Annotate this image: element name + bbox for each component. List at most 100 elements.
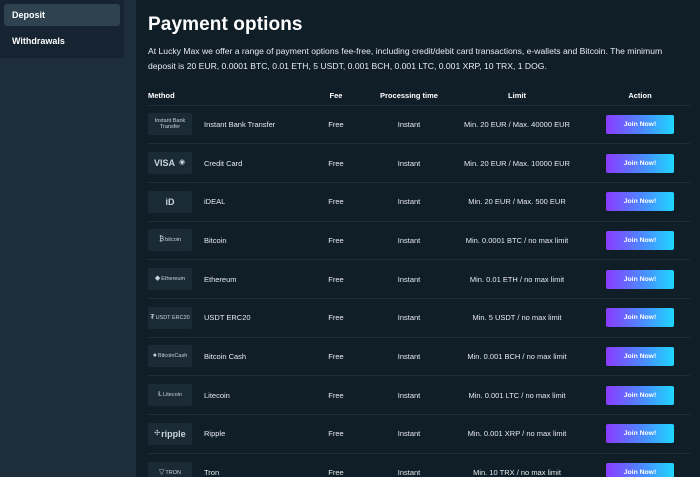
- limit-cell: Min. 0.001 LTC / no max limit: [444, 375, 590, 415]
- table-row: ₮ USDT ERC20 USDT ERC20 Free Instant Min.…: [148, 297, 690, 338]
- tether-icon: ₮: [150, 313, 155, 321]
- visa-logo-text: VISA: [153, 158, 175, 169]
- fee-cell: Free: [298, 297, 374, 338]
- ripple-logo: ✣ ripple: [148, 422, 192, 445]
- join-now-button[interactable]: Join Now!: [606, 463, 674, 477]
- method-cell: ● BitcoinCash Bitcoin Cash: [148, 336, 298, 376]
- fee-cell: Free: [298, 414, 374, 454]
- processing-time-cell: Instant: [374, 452, 444, 477]
- join-now-button[interactable]: Join Now!: [606, 308, 674, 328]
- fee-cell: Free: [298, 259, 374, 299]
- table-row: iD iDEAL Free Instant Min. 20 EUR / Max.…: [148, 181, 690, 222]
- method-cell: VISA ◉ Credit Card: [148, 143, 298, 183]
- ethereum-logo-text: Ethereum: [161, 276, 186, 283]
- join-now-button[interactable]: Join Now!: [606, 424, 674, 444]
- method-cell: ₮ USDT ERC20 USDT ERC20: [148, 297, 298, 338]
- limit-cell: Min. 20 EUR / Max. 500 EUR: [444, 181, 590, 222]
- limit-cell: Min. 0.001 XRP / no max limit: [444, 414, 590, 454]
- header-action: Action: [628, 91, 652, 101]
- ideal-logo: iD: [148, 190, 192, 213]
- tron-logo: ▽ TRON: [148, 461, 192, 477]
- action-cell: Join Now!: [590, 181, 690, 222]
- litecoin-icon: Ł: [158, 391, 162, 399]
- action-cell: Join Now!: [590, 220, 690, 260]
- method-name: Ripple: [204, 429, 226, 439]
- bitcoin-cash-logo: ● BitcoinCash: [148, 345, 192, 368]
- table-row: ◆ Ethereum Ethereum Free Instant Min. 0.0…: [148, 259, 690, 299]
- method-name: Bitcoin Cash: [204, 351, 247, 361]
- limit-cell: Min. 20 EUR / Max. 40000 EUR: [444, 104, 590, 144]
- action-cell: Join Now!: [590, 143, 690, 183]
- table-row: Ł Litecoin Litecoin Free Instant Min. 0.0…: [148, 375, 690, 415]
- method-cell: ✣ ripple Ripple: [148, 414, 298, 454]
- sidebar: Deposit Withdrawals: [0, 0, 124, 58]
- visa-mastercard-logo: VISA ◉: [148, 152, 192, 175]
- action-cell: Join Now!: [590, 297, 690, 338]
- join-now-button[interactable]: Join Now!: [606, 192, 674, 212]
- litecoin-logo: Ł Litecoin: [148, 384, 192, 407]
- sidebar-item-withdrawals[interactable]: Withdrawals: [4, 30, 120, 52]
- method-cell: iD iDEAL: [148, 181, 298, 222]
- processing-time-cell: Instant: [374, 297, 444, 338]
- tron-icon: ▽: [159, 468, 165, 476]
- header-fee: Fee: [329, 91, 343, 101]
- sidebar-item-deposit[interactable]: Deposit: [4, 4, 120, 26]
- action-cell: Join Now!: [590, 375, 690, 415]
- fee-cell: Free: [298, 104, 374, 144]
- bitcoin-logo: ₿ bitcoin: [148, 229, 192, 252]
- join-now-button[interactable]: Join Now!: [606, 385, 674, 405]
- fee-cell: Free: [298, 181, 374, 222]
- method-cell: ◆ Ethereum Ethereum: [148, 259, 298, 299]
- processing-time-cell: Instant: [374, 104, 444, 144]
- method-name: Ethereum: [204, 274, 237, 284]
- method-name: Litecoin: [204, 390, 230, 400]
- bitcoin-cash-icon: ●: [152, 352, 157, 360]
- method-name: Instant Bank Transfer: [204, 119, 276, 129]
- limit-cell: Min. 10 TRX / no max limit: [444, 452, 590, 477]
- bitcoin-icon: ₿: [158, 236, 165, 244]
- table-row: Instant Bank Transfer Instant Bank Trans…: [148, 104, 690, 144]
- method-name: Tron: [204, 468, 220, 477]
- header-limit: Limit: [508, 91, 526, 101]
- method-name: iDEAL: [204, 197, 226, 207]
- ripple-icon: ✣: [154, 429, 161, 437]
- bank-transfer-logo: Instant Bank Transfer: [148, 113, 192, 136]
- ethereum-logo: ◆ Ethereum: [148, 268, 192, 291]
- fee-cell: Free: [298, 143, 374, 183]
- limit-cell: Min. 0.001 BCH / no max limit: [444, 336, 590, 376]
- litecoin-logo-text: Litecoin: [162, 392, 182, 399]
- page-description: At Lucky Max we offer a range of payment…: [148, 46, 663, 71]
- page-title: Payment options: [148, 14, 303, 35]
- processing-time-cell: Instant: [374, 220, 444, 260]
- join-now-button[interactable]: Join Now!: [606, 153, 674, 173]
- table-row: ● BitcoinCash Bitcoin Cash Free Instant M…: [148, 336, 690, 376]
- action-cell: Join Now!: [590, 259, 690, 299]
- action-cell: Join Now!: [590, 414, 690, 454]
- processing-time-cell: Instant: [374, 259, 444, 299]
- table-row: ✣ ripple Ripple Free Instant Min. 0.001 X…: [148, 414, 690, 454]
- payment-methods-table: Method Fee Processing time Limit Action …: [148, 91, 690, 477]
- limit-cell: Min. 5 USDT / no max limit: [444, 297, 590, 338]
- table-row: ▽ TRON Tron Free Instant Min. 10 TRX / no…: [148, 452, 690, 477]
- join-now-button[interactable]: Join Now!: [606, 346, 674, 366]
- table-row: VISA ◉ Credit Card Free Instant Min. 20 E…: [148, 143, 690, 183]
- method-name: USDT ERC20: [204, 313, 251, 323]
- bitcoin-logo-text: bitcoin: [165, 237, 182, 244]
- table-header-row: Method Fee Processing time Limit Action: [148, 91, 690, 105]
- fee-cell: Free: [298, 336, 374, 376]
- payment-options-panel: Payment options At Lucky Max we offer a …: [136, 0, 700, 477]
- method-cell: Ł Litecoin Litecoin: [148, 375, 298, 415]
- ethereum-icon: ◆: [154, 275, 161, 283]
- table-row: ₿ bitcoin Bitcoin Free Instant Min. 0.000…: [148, 220, 690, 260]
- usdt-logo: ₮ USDT ERC20: [148, 306, 192, 329]
- join-now-button[interactable]: Join Now!: [606, 230, 674, 250]
- processing-time-cell: Instant: [374, 336, 444, 376]
- fee-cell: Free: [298, 375, 374, 415]
- mastercard-icon: ◉: [178, 159, 186, 167]
- processing-time-cell: Instant: [374, 143, 444, 183]
- method-name: Credit Card: [204, 158, 243, 168]
- usdt-logo-text: USDT ERC20: [155, 314, 190, 321]
- join-now-button[interactable]: Join Now!: [606, 114, 674, 134]
- method-cell: ▽ TRON Tron: [148, 452, 298, 477]
- join-now-button[interactable]: Join Now!: [606, 269, 674, 289]
